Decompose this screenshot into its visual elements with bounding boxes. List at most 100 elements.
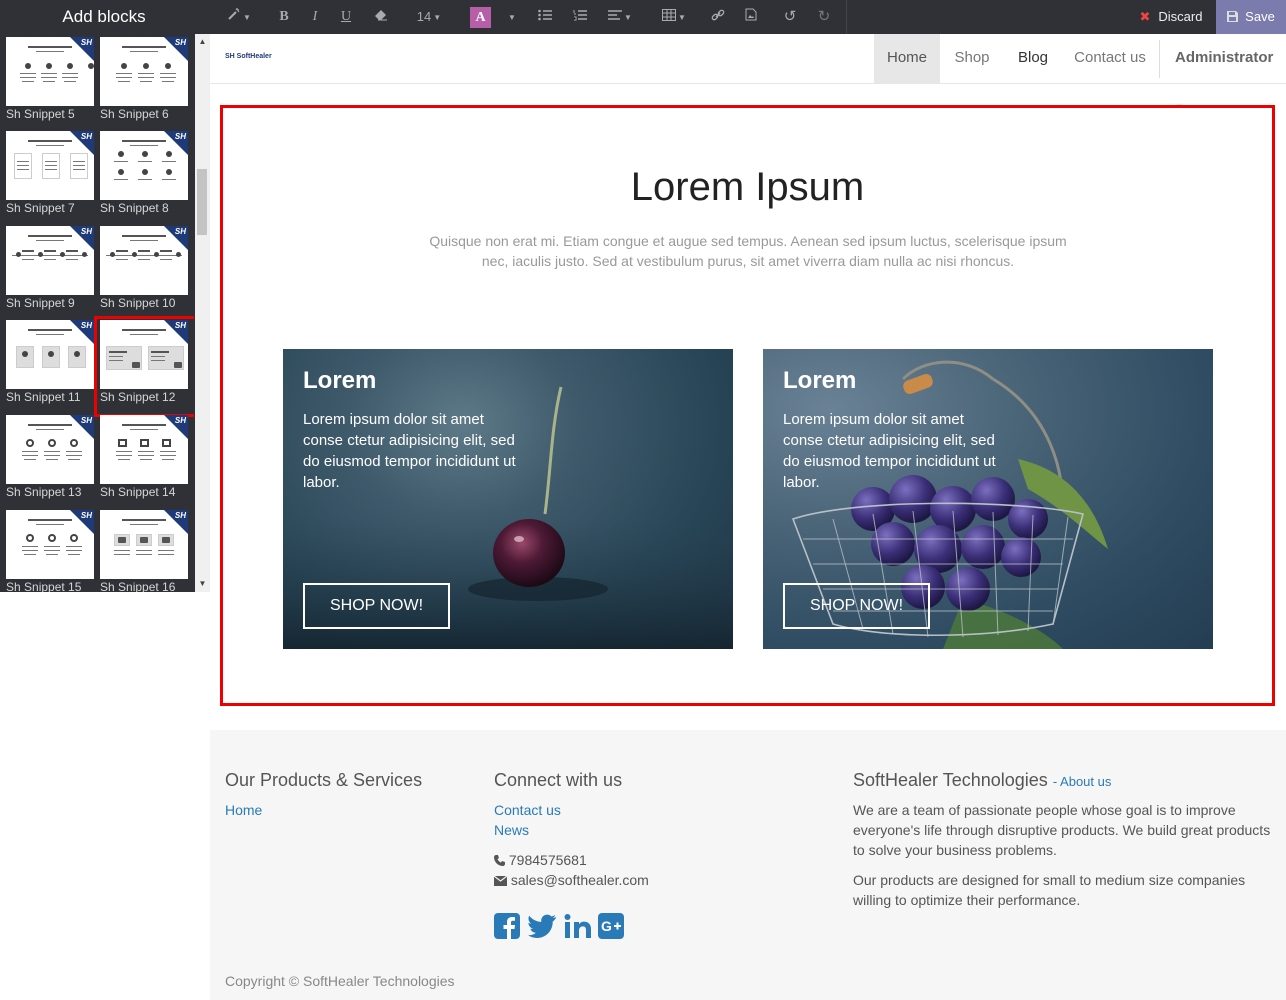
copyright-text: Copyright © SoftHealer Technologies — [225, 973, 455, 989]
snippet-label: Sh Snippet 8 — [100, 201, 169, 215]
snippet-thumbnail[interactable]: SH Sh Snippet 10 — [100, 226, 188, 319]
footer-heading-company: SoftHealer Technologies - About us — [853, 770, 1112, 790]
nav-home[interactable]: Home — [874, 34, 940, 83]
about-us-link[interactable]: About us — [1060, 774, 1111, 789]
save-button[interactable]: Save — [1216, 0, 1286, 34]
badge-text: SH — [174, 132, 186, 141]
badge-text: SH — [80, 321, 92, 330]
company-description-2: Our products are designed for small to m… — [853, 872, 1246, 908]
snippet-thumbnail[interactable]: SH Sh Snippet 7 — [6, 131, 94, 224]
snippet-preview: SH — [100, 415, 188, 484]
selected-snippet-section[interactable]: Lorem Ipsum Quisque non erat mi. Etiam c… — [220, 105, 1275, 706]
magic-wand-icon[interactable]: ▼ — [224, 0, 254, 34]
footer-link-home[interactable]: Home — [225, 802, 262, 818]
panel-title: Add blocks — [62, 7, 146, 26]
promo-card-plums: Lorem Lorem ipsum dolor sit amet conse c… — [763, 349, 1213, 649]
undo-icon[interactable]: ↺ — [782, 0, 798, 34]
snippet-preview: SH — [6, 320, 94, 389]
phone-icon — [494, 855, 505, 866]
discard-icon: ✖ — [1139, 9, 1151, 24]
link-icon[interactable] — [710, 0, 726, 34]
softhealer-badge-icon — [164, 320, 188, 344]
shop-now-button[interactable]: SHOP NOW! — [783, 583, 930, 629]
sidebar-scrollbar[interactable]: ▲ ▼ — [195, 34, 210, 592]
phone-number: 7984575681 — [508, 852, 587, 868]
bullet-list-icon[interactable] — [537, 0, 553, 34]
badge-text: SH — [174, 321, 186, 330]
company-logo[interactable]: SH SoftHealer — [225, 53, 272, 60]
snippet-thumbnail[interactable]: SH Sh Snippet 5 — [6, 37, 94, 130]
snippet-thumbnail[interactable]: SH Sh Snippet 11 — [6, 320, 94, 413]
badge-text: SH — [174, 416, 186, 425]
font-size-dropdown[interactable]: 14 ▼ — [414, 0, 444, 34]
snippet-preview: SH — [6, 510, 94, 579]
underline-icon[interactable]: U — [338, 0, 354, 34]
snippet-thumbnail[interactable]: SH Sh Snippet 13 — [6, 415, 94, 508]
card-text: Lorem ipsum dolor sit amet conse ctetur … — [783, 411, 996, 491]
snippet-preview: SH — [100, 320, 188, 389]
snippet-label: Sh Snippet 6 — [100, 107, 169, 121]
snippet-thumbnail[interactable]: SH Sh Snippet 14 — [100, 415, 188, 508]
badge-text: SH — [80, 511, 92, 520]
color-caret-icon[interactable]: ▼ — [504, 0, 518, 34]
shop-now-button[interactable]: SHOP NOW! — [303, 583, 450, 629]
linkedin-icon[interactable] — [564, 913, 592, 944]
snippet-label: Sh Snippet 5 — [6, 107, 75, 121]
add-blocks-panel: Add blocks SH Sh Snippet 5 SH Sh Snippet 6S… — [0, 0, 210, 592]
redo-icon[interactable]: ↻ — [816, 0, 832, 34]
nav-contact-us[interactable]: Contact us — [1062, 34, 1158, 83]
nav-shop[interactable]: Shop — [940, 34, 1004, 83]
snippet-preview: SH — [100, 226, 188, 295]
footer-email: sales@softhealer.com — [493, 870, 649, 890]
eraser-icon[interactable] — [372, 0, 390, 34]
snippet-thumbnail[interactable]: SH Sh Snippet 9 — [6, 226, 94, 319]
image-icon[interactable] — [743, 0, 759, 34]
snippet-label: Sh Snippet 16 — [100, 580, 176, 592]
promo-card-cherry: Lorem Lorem ipsum dolor sit amet conse c… — [283, 349, 733, 649]
nav-separator — [1159, 40, 1160, 78]
discard-button[interactable]: ✖ Discard — [1126, 0, 1216, 34]
snippet-thumbnail[interactable]: SH Sh Snippet 12 — [94, 316, 194, 417]
svg-text:G: G — [601, 918, 612, 934]
text-color-button[interactable]: A — [470, 7, 491, 28]
email-address[interactable]: sales@softhealer.com — [511, 872, 649, 888]
snippet-thumbnail[interactable]: SH Sh Snippet 6 — [100, 37, 188, 130]
scroll-down-icon[interactable]: ▼ — [195, 578, 210, 590]
company-description: We are a team of passionate people whose… — [853, 802, 1271, 858]
snippet-preview: SH — [6, 226, 94, 295]
footer-link-contact-us[interactable]: Contact us — [494, 802, 561, 818]
facebook-icon[interactable] — [494, 913, 520, 944]
card-text: Lorem ipsum dolor sit amet conse ctetur … — [303, 411, 516, 491]
snippet-label: Sh Snippet 15 — [6, 580, 82, 592]
section-description: Quisque non erat mi. Etiam congue et aug… — [429, 233, 1067, 269]
snippet-label: Sh Snippet 14 — [100, 485, 176, 499]
website-navbar: SH SoftHealer Home Shop Blog Contact us … — [210, 34, 1286, 112]
snippet-preview: SH — [100, 131, 188, 200]
badge-text: SH — [80, 132, 92, 141]
snippet-label: Sh Snippet 9 — [6, 296, 75, 310]
snippet-preview: SH — [100, 37, 188, 106]
save-label: Save — [1245, 9, 1275, 24]
snippet-thumbnail[interactable]: SH Sh Snippet 15 — [6, 510, 94, 592]
toolbar-separator — [846, 0, 847, 34]
italic-icon[interactable]: I — [307, 0, 323, 34]
section-title: Lorem Ipsum — [630, 165, 865, 209]
google-plus-icon[interactable]: G — [598, 913, 624, 944]
scroll-thumb[interactable] — [197, 169, 207, 235]
badge-text: SH — [174, 511, 186, 520]
font-size-value: 14 — [416, 9, 432, 24]
align-dropdown[interactable]: ▼ — [606, 0, 634, 34]
snippet-preview: SH — [6, 131, 94, 200]
scroll-up-icon[interactable]: ▲ — [195, 36, 210, 48]
snippet-label: Sh Snippet 12 — [100, 390, 176, 404]
twitter-icon[interactable] — [528, 913, 556, 944]
table-dropdown[interactable]: ▼ — [660, 0, 688, 34]
bold-icon[interactable]: B — [276, 0, 292, 34]
footer-link-news[interactable]: News — [494, 822, 529, 838]
user-menu[interactable]: Administrator ▼ — [1175, 34, 1286, 112]
numbered-list-icon[interactable] — [572, 0, 588, 34]
nav-blog[interactable]: Blog — [1004, 34, 1062, 83]
editor-toolbar: ▼ B I U 14 ▼ A ▼ ▼ ▼ ↺ ↻ ✖ Discard Save — [210, 0, 1286, 34]
snippet-thumbnail[interactable]: SH Sh Snippet 8 — [100, 131, 188, 224]
snippet-thumbnail[interactable]: SH Sh Snippet 16 — [100, 510, 188, 592]
